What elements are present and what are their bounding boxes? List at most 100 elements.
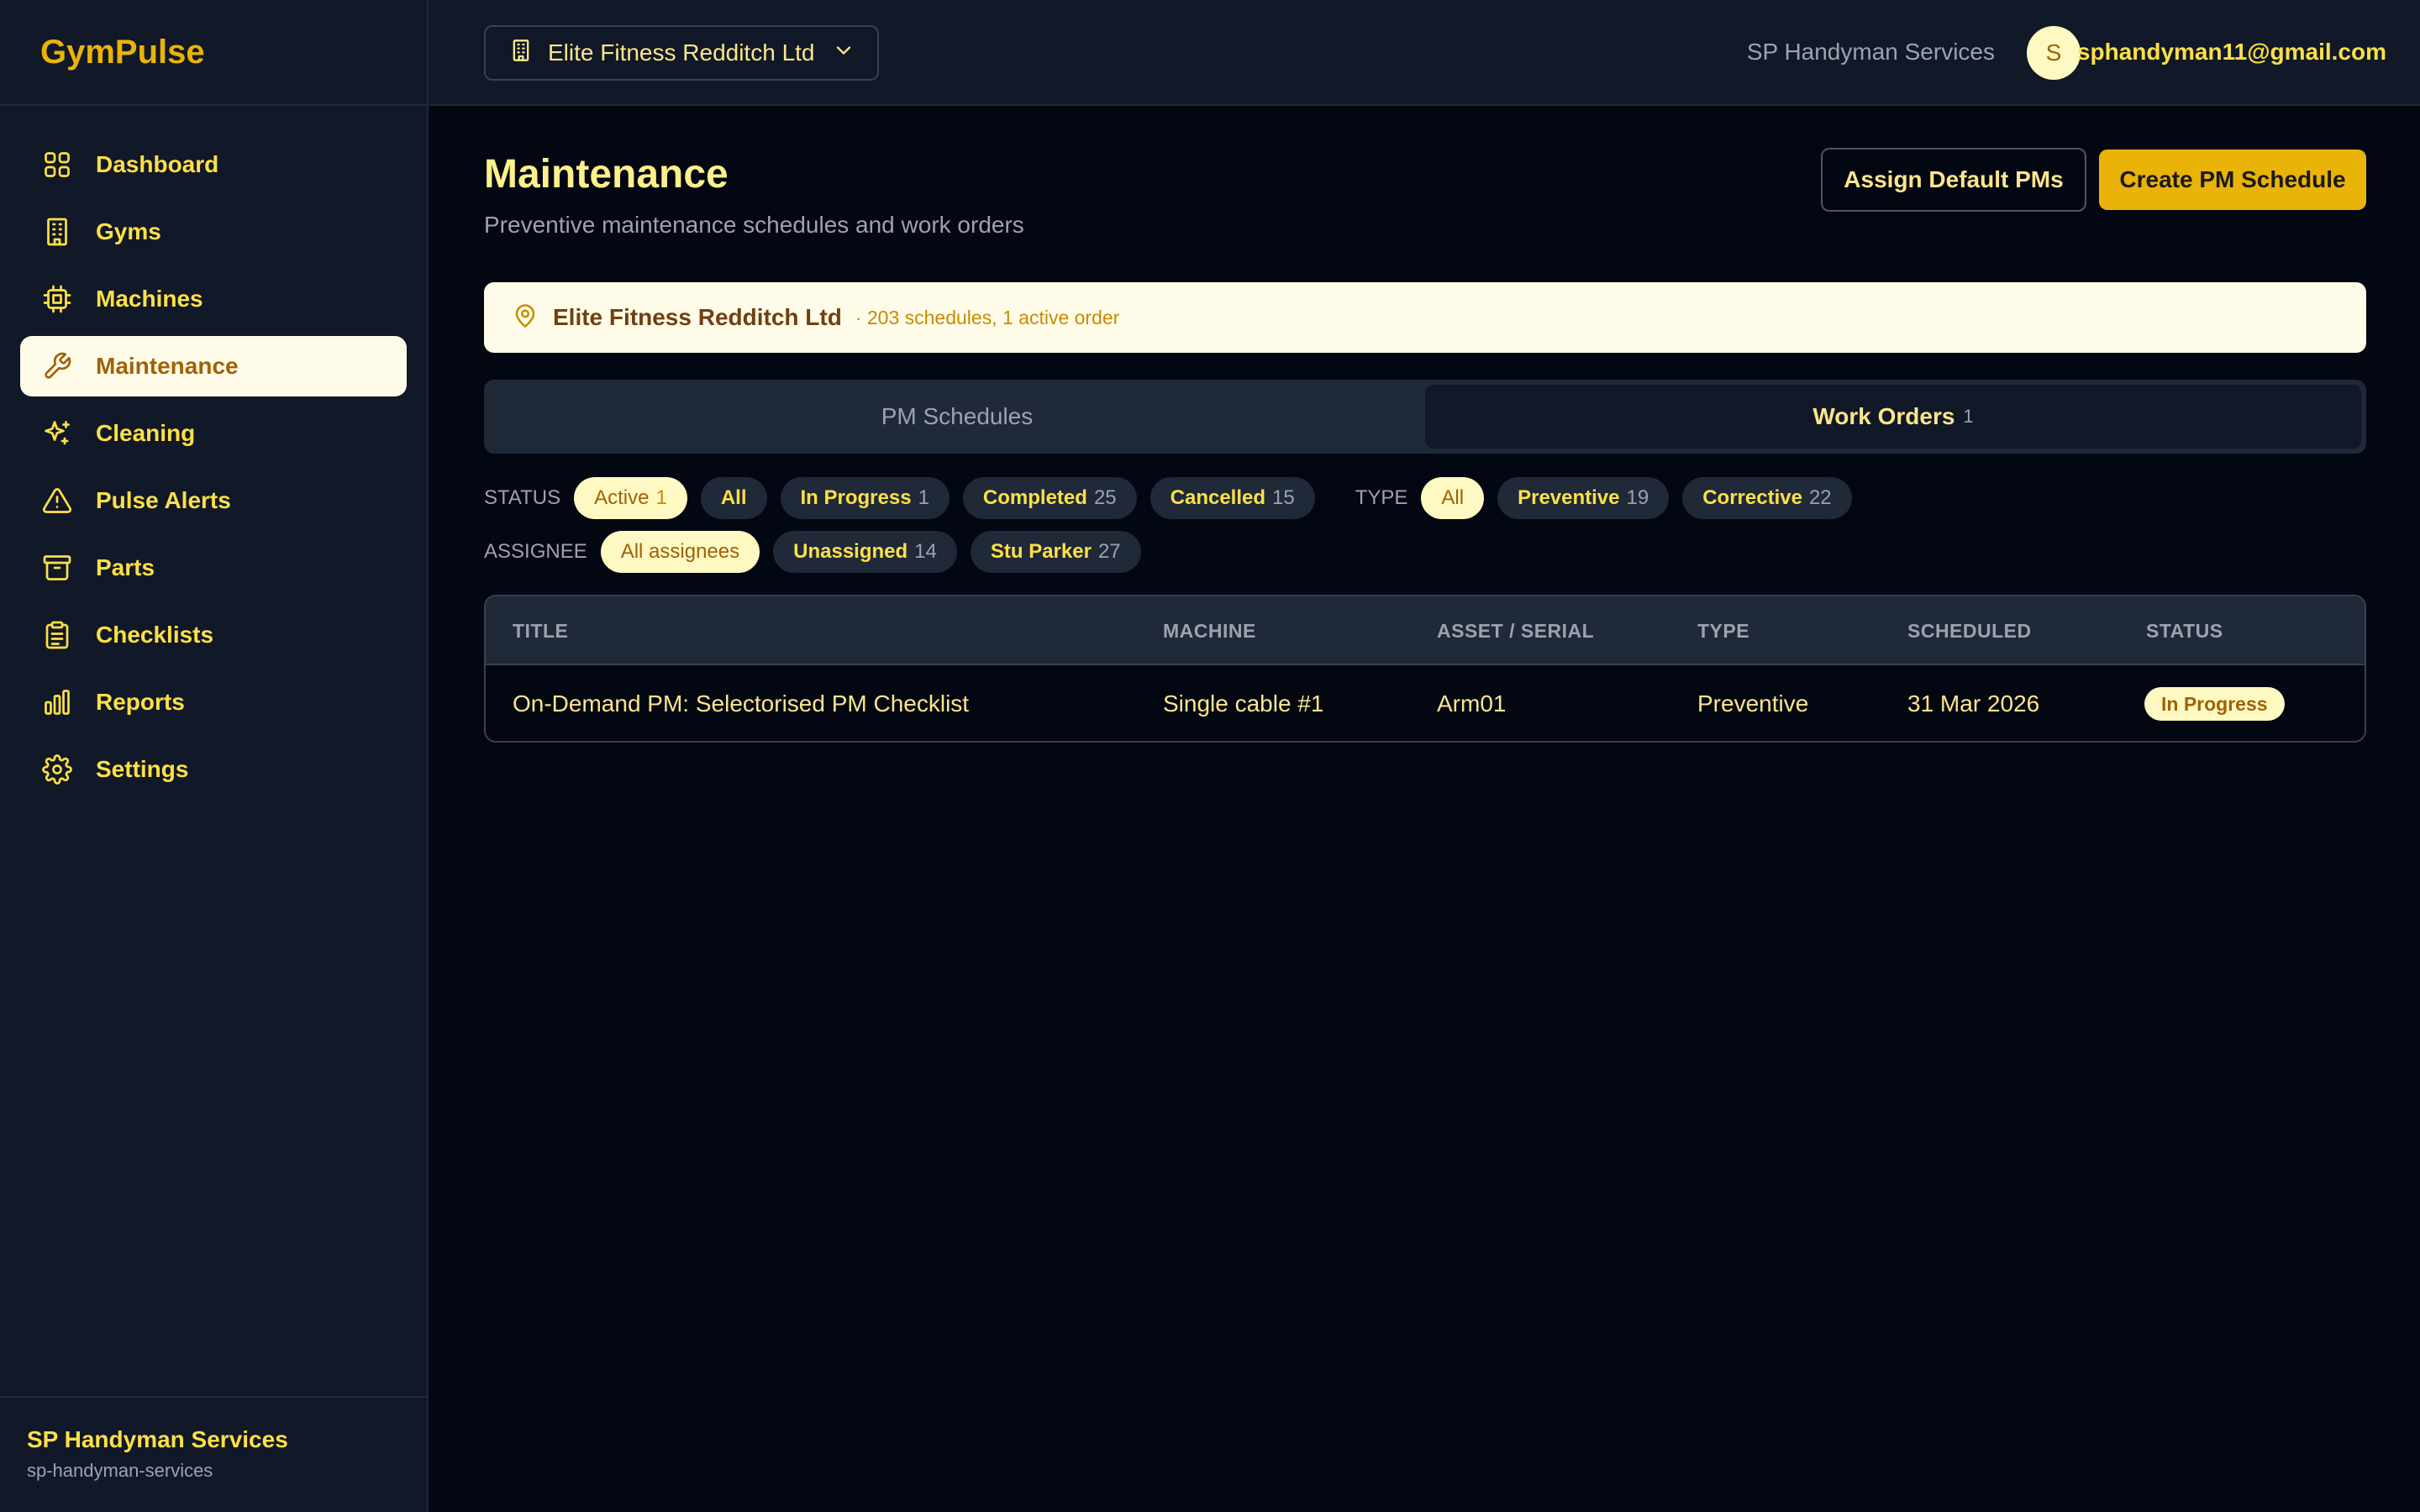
chip-count: 14 [914,540,937,563]
sidebar-item-label: Reports [96,689,185,715]
app-logo[interactable]: GymPulse [0,0,427,106]
filter-chip-status-in-progress[interactable]: In Progress 1 [780,477,950,519]
sidebar-item-reports[interactable]: Reports [20,672,407,732]
filter-chip-type-corrective[interactable]: Corrective 22 [1682,477,1852,519]
column-header-type[interactable]: TYPE [1697,620,1749,643]
sidebar-item-label: Parts [96,554,155,580]
gym-selector[interactable]: Elite Fitness Redditch Ltd [484,25,879,81]
filter-chip-assignee-stu-parker[interactable]: Stu Parker 27 [970,531,1141,573]
filter-chip-status-active[interactable]: Active 1 [574,477,687,519]
chip-label: All assignees [620,540,740,563]
column-header-title[interactable]: TITLE [513,620,568,643]
tab-label: PM Schedules [881,403,1034,429]
building-icon [509,39,533,68]
filter-chip-status-cancelled[interactable]: Cancelled 15 [1150,477,1315,519]
archive-icon [40,551,74,585]
create-pm-schedule-button[interactable]: Create PM Schedule [2099,150,2366,210]
chip-label: Stu Parker [990,540,1092,563]
cell-asset: Arm01 [1437,690,1507,717]
alert-triangle-icon [40,484,74,517]
filter-chip-assignee-unassigned[interactable]: Unassigned 14 [773,531,957,573]
banner-meta: · 203 schedules, 1 active order [855,306,1120,328]
cell-machine: Single cable #1 [1163,690,1324,717]
column-header-machine[interactable]: MACHINE [1163,620,1256,643]
sidebar-item-label: Checklists [96,622,214,648]
chip-count: 1 [918,486,929,509]
sidebar-item-label: Cleaning [96,420,196,446]
sidebar-item-label: Settings [96,756,189,782]
sidebar-item-gyms[interactable]: Gyms [20,202,407,262]
filter-chip-type-all[interactable]: All [1421,477,1485,519]
cell-scheduled: 31 Mar 2026 [1907,690,2040,717]
chip-label: Preventive [1518,486,1620,509]
top-header: Elite Fitness Redditch Ltd SP Handyman S… [429,0,2420,106]
gear-icon [40,753,74,786]
work-orders-table: TITLE MACHINE ASSET / SERIAL TYPE SCHEDU… [484,595,2366,743]
column-header-status[interactable]: STATUS [2146,620,2223,643]
map-pin-icon [513,303,538,333]
sidebar-item-machines[interactable]: Machines [20,269,407,329]
chip-count: 19 [1626,486,1649,509]
chip-count: 25 [1093,486,1117,509]
table-header: TITLE MACHINE ASSET / SERIAL TYPE SCHEDU… [486,596,2365,665]
tab-label: Work Orders [1812,403,1955,429]
building-icon [40,215,74,249]
banner-gym-name: Elite Fitness Redditch Ltd [553,304,842,330]
header-org-name: SP Handyman Services [1746,39,1995,65]
clipboard-icon [40,618,74,652]
sidebar-item-settings[interactable]: Settings [20,739,407,800]
chip-label: Active [594,486,650,509]
sidebar-org-slug: sp-handyman-services [27,1460,213,1481]
page-subtitle: Preventive maintenance schedules and wor… [484,212,1024,238]
view-tabs: PM Schedules Work Orders 1 [484,380,2366,454]
sidebar-item-parts[interactable]: Parts [20,538,407,598]
filter-chip-type-preventive[interactable]: Preventive 19 [1497,477,1670,519]
assign-default-pms-button[interactable]: Assign Default PMs [1821,148,2086,212]
user-email[interactable]: sphandyman11@gmail.com [2077,39,2386,66]
chip-label: In Progress [800,486,912,509]
assignee-filters: ASSIGNEE All assignees Unassigned 14 Stu … [484,531,1155,573]
sidebar-item-label: Dashboard [96,151,219,177]
chip-count: 22 [1808,486,1832,509]
page-title: Maintenance [484,152,729,197]
filter-chip-status-all[interactable]: All [700,477,767,519]
avatar[interactable]: S [2027,26,2081,80]
sidebar-item-dashboard[interactable]: Dashboard [20,134,407,195]
status-badge: In Progress [2144,687,2285,721]
column-header-scheduled[interactable]: SCHEDULED [1907,620,2032,643]
sidebar-item-pulse-alerts[interactable]: Pulse Alerts [20,470,407,531]
sidebar-nav: Dashboard Gyms Machines Maintenance Clea… [0,106,427,827]
status-type-filters: STATUS Active 1 All In Progress 1 Complete… [484,477,1865,519]
status-filter-label: STATUS [484,486,561,509]
chip-count: 15 [1272,486,1295,509]
filter-chip-assignee-all[interactable]: All assignees [600,531,760,573]
type-filter-label: TYPE [1355,486,1408,509]
sidebar-item-label: Maintenance [96,353,239,379]
table-row[interactable]: On-Demand PM: Selectorised PM Checklist … [486,665,2365,741]
chip-label: Completed [982,486,1087,509]
chip-count: 27 [1097,540,1121,563]
chip-label: Unassigned [793,540,908,563]
chevron-down-icon [832,39,855,68]
chip-label: All [720,486,747,509]
chip-label: Cancelled [1170,486,1266,509]
chip-count: 1 [655,486,667,509]
sidebar-org-card: SP Handyman Services sp-handyman-service… [0,1396,427,1512]
sidebar-item-label: Gyms [96,218,161,244]
tab-pm-schedules[interactable]: PM Schedules [489,385,1425,449]
cpu-icon [40,282,74,316]
bar-chart-icon [40,685,74,719]
sidebar-item-cleaning[interactable]: Cleaning [20,403,407,464]
cell-type: Preventive [1697,690,1809,717]
filter-chip-status-completed[interactable]: Completed 25 [962,477,1137,519]
tab-work-orders[interactable]: Work Orders 1 [1425,385,2361,449]
sidebar-item-checklists[interactable]: Checklists [20,605,407,665]
sparkles-icon [40,417,74,450]
chip-label: All [1441,486,1465,509]
column-header-asset-serial[interactable]: ASSET / SERIAL [1437,620,1594,643]
assignee-filter-label: ASSIGNEE [484,540,587,563]
sidebar-item-maintenance[interactable]: Maintenance [20,336,407,396]
wrench-icon [40,349,74,383]
gym-selector-label: Elite Fitness Redditch Ltd [548,39,815,66]
sidebar-item-label: Pulse Alerts [96,487,231,513]
